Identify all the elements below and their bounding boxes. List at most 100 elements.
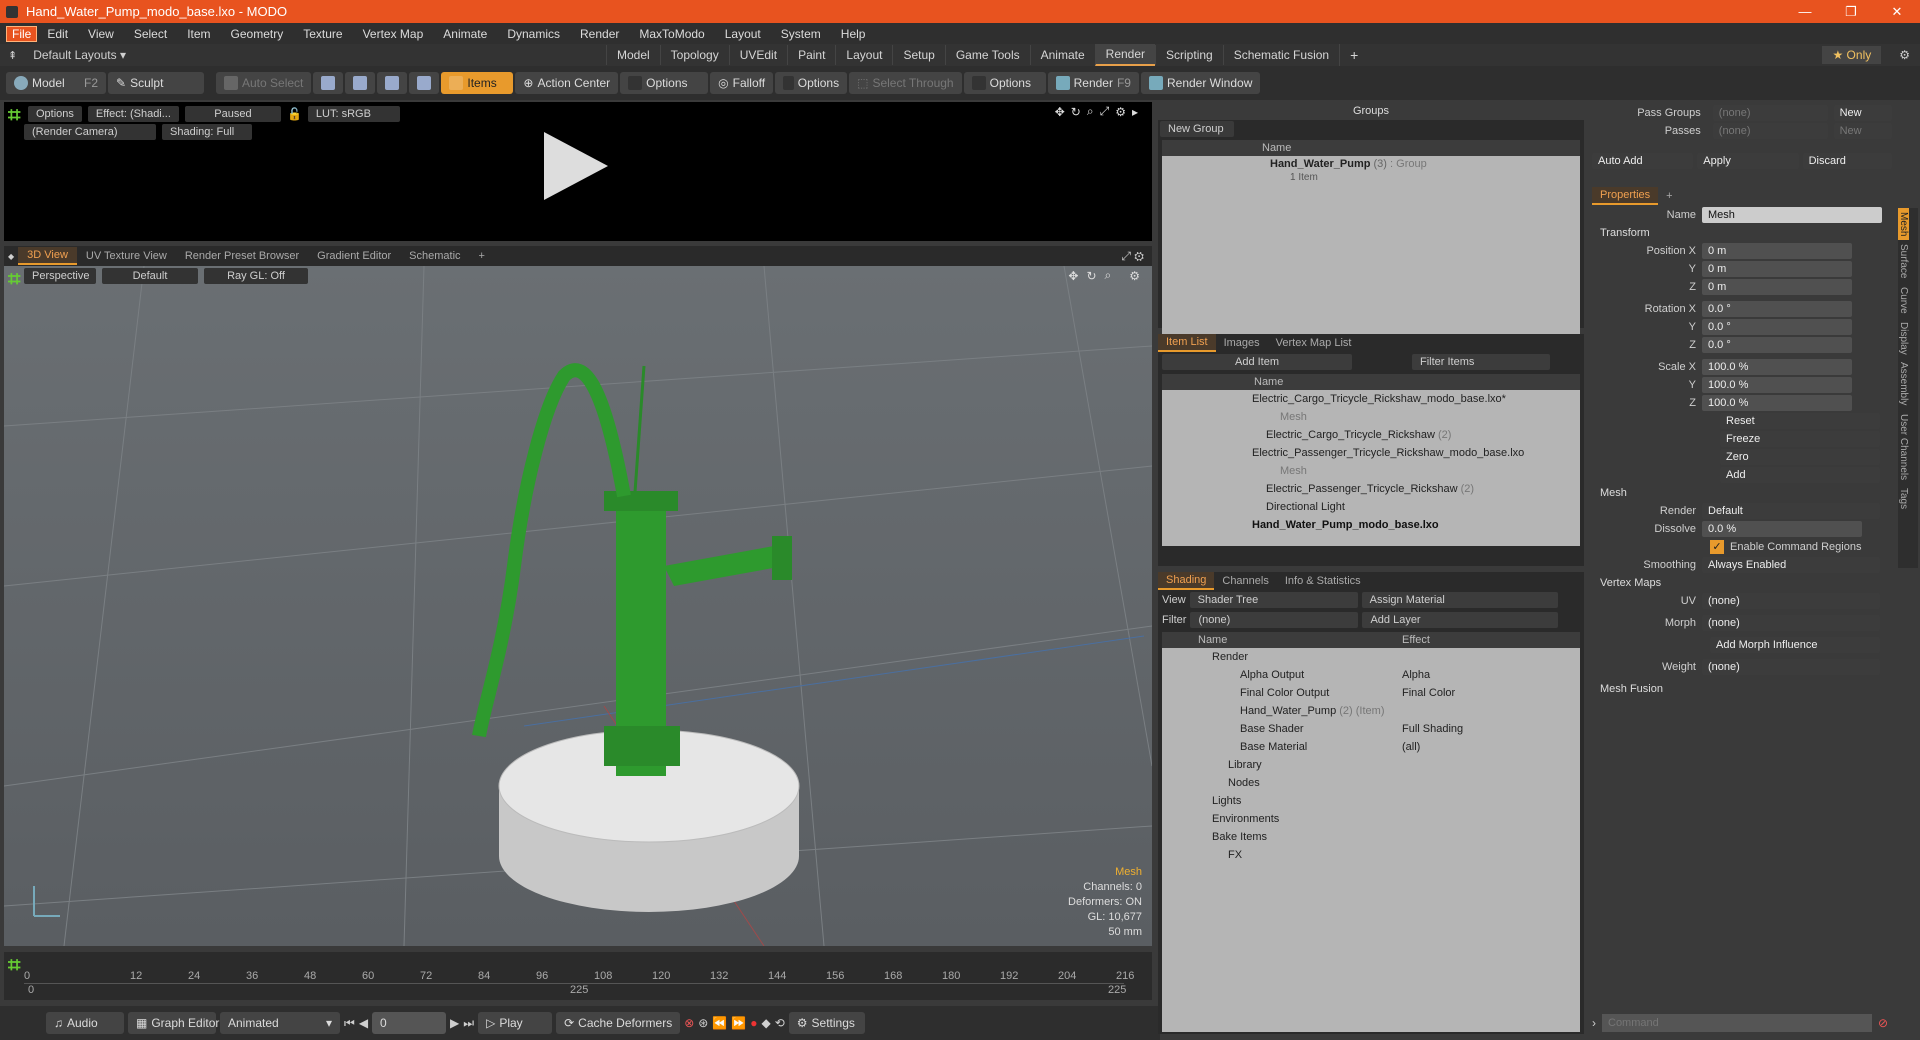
menu-dynamics[interactable]: Dynamics [497, 27, 570, 41]
tab-info-statistics[interactable]: Info & Statistics [1277, 573, 1369, 589]
menu-edit[interactable]: Edit [37, 27, 78, 41]
vertex-maps-section[interactable]: Vertex Maps [1592, 574, 1898, 592]
tab-shading[interactable]: Shading [1158, 572, 1215, 590]
render-dropdown[interactable]: Default [1702, 503, 1880, 519]
uv-dropdown[interactable]: (none) [1702, 593, 1880, 609]
restore-icon[interactable]: ❐ [1828, 4, 1874, 20]
timeline[interactable]: ⌗ 0 12 24 36 48 60 72 84 96 108 120 132 144 156 168 180… [4, 952, 1152, 1000]
audio-button[interactable]: ♫ Audio [46, 1012, 124, 1034]
add-properties-tab-icon[interactable]: + [1658, 188, 1680, 204]
action-center-button[interactable]: ⊕ Action Center [515, 72, 619, 94]
zoom-icon[interactable]: ⌕ [1087, 104, 1094, 119]
passes-dropdown[interactable]: (none) [1712, 123, 1828, 139]
tab-3d-view[interactable]: 3D View [18, 247, 77, 265]
view-gear-icon[interactable]: ⚙ [1115, 105, 1126, 119]
prev-key-icon[interactable]: ⏪ [712, 1016, 727, 1030]
loop-icon[interactable]: ⟲ [775, 1016, 785, 1030]
record-icon[interactable]: ● [750, 1016, 757, 1030]
options-button-1[interactable]: Options [620, 72, 709, 94]
gear-icon[interactable]: ⚙ [1899, 48, 1910, 62]
sculpt-button[interactable]: ✎ Sculpt [108, 72, 204, 94]
add-tab-icon[interactable]: + [1339, 44, 1368, 66]
close-icon[interactable]: ✕ [1874, 4, 1920, 20]
render-effect-dropdown[interactable]: Effect: (Shadi... [87, 106, 179, 122]
new-pass-button[interactable]: New [1833, 123, 1893, 139]
tab-layout[interactable]: Layout [835, 45, 892, 65]
filter-dropdown[interactable]: (none) [1190, 612, 1359, 628]
pan-view-icon[interactable]: ✥ [1068, 269, 1078, 283]
items-button[interactable]: Items [441, 72, 514, 94]
menu-animate[interactable]: Animate [433, 27, 497, 41]
rotate-view-icon[interactable]: ↻ [1071, 105, 1081, 119]
tab-uvedit[interactable]: UVEdit [728, 45, 787, 65]
options-button-2[interactable]: Options [775, 72, 848, 94]
side-tab-curve[interactable]: Curve [1898, 283, 1909, 318]
filter-items-input[interactable]: Filter Items [1412, 354, 1550, 370]
menu-view[interactable]: View [78, 27, 124, 41]
viewport-3d[interactable]: ⌗ Perspective Default Ray GL: Off ✥ ↻ ⌕ … [4, 266, 1152, 946]
item-row[interactable]: Electric_Passenger_Tricycle_Rickshaw (2) [1162, 480, 1580, 498]
render-paused-button[interactable]: Paused [184, 106, 281, 122]
menu-item[interactable]: Item [177, 27, 220, 41]
shader-row-library[interactable]: Library [1162, 756, 1580, 774]
polygon-mode-icon[interactable] [377, 72, 408, 94]
graph-editor-button[interactable]: ▦ Graph Editor [128, 1012, 219, 1034]
add-item-button[interactable]: Add Item [1162, 354, 1352, 370]
transform-section[interactable]: Transform [1592, 224, 1898, 242]
tab-schematic-fusion[interactable]: Schematic Fusion [1222, 45, 1339, 65]
item-row[interactable]: Hand_Water_Pump_modo_base.lxo [1162, 516, 1580, 534]
only-button[interactable]: ★ Only [1822, 46, 1882, 64]
edge-mode-icon[interactable] [345, 72, 376, 94]
render-window-button[interactable]: Render Window [1140, 72, 1261, 94]
render-options-button[interactable]: Options [28, 106, 82, 122]
menu-layout[interactable]: Layout [715, 27, 771, 41]
scale-x-field[interactable]: 100.0 % [1702, 359, 1852, 375]
side-tab-user-channels[interactable]: User Channels [1898, 410, 1909, 484]
new-pass-group-button[interactable]: New [1833, 105, 1893, 121]
tab-game-tools[interactable]: Game Tools [944, 45, 1030, 65]
shader-row-nodes[interactable]: Nodes [1162, 774, 1580, 792]
menu-vertex-map[interactable]: Vertex Map [353, 27, 434, 41]
tab-schematic[interactable]: Schematic [400, 248, 469, 264]
auto-key-icon[interactable]: ⊛ [698, 1016, 708, 1030]
menu-maxtomodo[interactable]: MaxToModo [629, 27, 714, 41]
select-through-button[interactable]: ⬚ Select Through [849, 72, 962, 94]
tab-setup[interactable]: Setup [892, 45, 944, 65]
tab-uv-texture-view[interactable]: UV Texture View [77, 248, 176, 264]
item-row[interactable]: Electric_Cargo_Tricycle_Rickshaw_modo_ba… [1162, 390, 1580, 408]
perspective-dropdown[interactable]: Perspective [24, 268, 96, 284]
shader-row-bake-items[interactable]: Bake Items [1162, 828, 1580, 846]
shader-row-base-material[interactable]: Base Material (all) [1162, 738, 1580, 756]
material-mode-icon[interactable] [409, 72, 440, 94]
next-key-icon[interactable]: ⏩ [731, 1016, 746, 1030]
go-end-icon[interactable]: ⏭ [463, 1016, 474, 1031]
position-x-field[interactable]: 0 m [1702, 243, 1852, 259]
auto-select-button[interactable]: Auto Select [216, 72, 312, 94]
item-row[interactable]: Directional Light [1162, 498, 1580, 516]
item-row[interactable]: Electric_Passenger_Tricycle_Rickshaw_mod… [1162, 444, 1580, 462]
menu-help[interactable]: Help [831, 27, 876, 41]
morph-dropdown[interactable]: (none) [1702, 615, 1880, 631]
group-row[interactable]: Hand_Water_Pump (3) : Group [1162, 156, 1580, 172]
expand-icon[interactable]: ⤢ ⚙ [1121, 249, 1144, 264]
auto-add-button[interactable]: Auto Add [1592, 153, 1694, 169]
menu-file[interactable]: File [6, 25, 38, 42]
command-stop-icon[interactable]: ⊘ [1878, 1016, 1888, 1030]
shader-row-final-color[interactable]: Final Color Output Final Color [1162, 684, 1580, 702]
tab-gradient-editor[interactable]: Gradient Editor [308, 248, 400, 264]
shader-row-fx[interactable]: FX [1162, 846, 1580, 864]
step-forward-icon[interactable]: ▶ [450, 1016, 459, 1030]
orbit-view-icon[interactable]: ↻ [1086, 269, 1096, 283]
side-tab-surface[interactable]: Surface [1898, 240, 1909, 282]
play-render-icon[interactable] [544, 132, 608, 200]
apply-button[interactable]: Apply [1697, 153, 1799, 169]
raygl-dropdown[interactable]: Ray GL: Off [204, 268, 308, 284]
item-row[interactable]: Mesh [1162, 408, 1580, 426]
minimize-icon[interactable]: — [1782, 4, 1828, 20]
new-group-button[interactable]: New Group [1160, 121, 1234, 137]
tab-model[interactable]: Model [605, 45, 660, 65]
layout-grip-icon[interactable]: ⇞ [8, 49, 17, 62]
pass-groups-dropdown[interactable]: (none) [1712, 105, 1828, 121]
zero-dropdown[interactable]: Zero [1720, 449, 1880, 465]
move-view-icon[interactable]: ✥ [1055, 105, 1065, 119]
